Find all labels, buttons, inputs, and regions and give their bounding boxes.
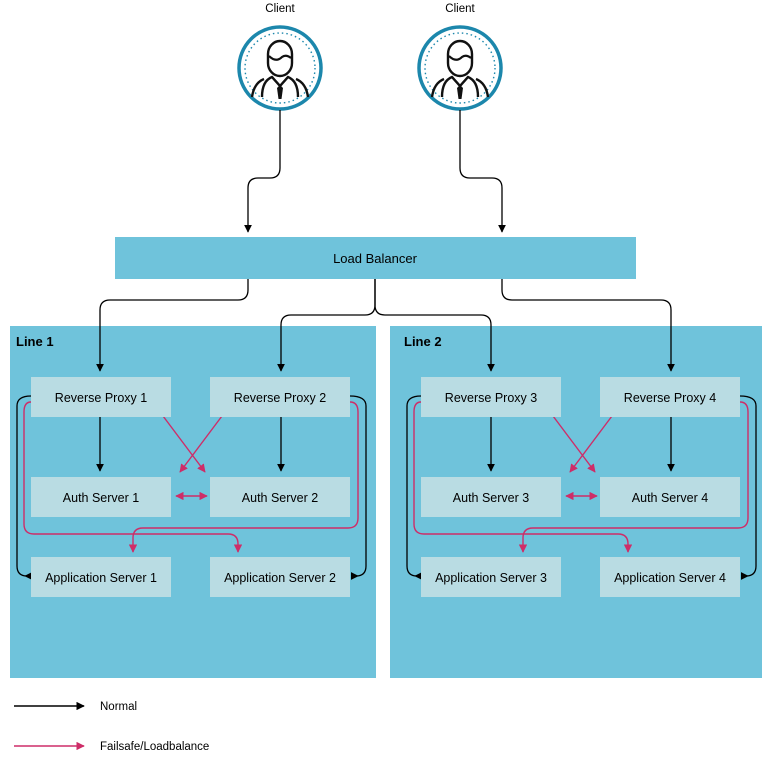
- node-reverse-proxy-2-label: Reverse Proxy 2: [234, 391, 326, 405]
- line-2-label: Line 2: [404, 334, 442, 349]
- architecture-diagram: Client Client Load Balancer Line 1 Rever…: [10, 3, 762, 753]
- client-1[interactable]: Client: [237, 3, 323, 111]
- node-reverse-proxy-2[interactable]: Reverse Proxy 2: [210, 377, 350, 417]
- node-auth-server-4[interactable]: Auth Server 4: [600, 477, 740, 517]
- arrow-client2-to-lb: [459, 110, 506, 233]
- client-1-label: Client: [265, 3, 295, 15]
- node-reverse-proxy-4[interactable]: Reverse Proxy 4: [600, 377, 740, 417]
- node-reverse-proxy-3[interactable]: Reverse Proxy 3: [421, 377, 561, 417]
- load-balancer-label: Load Balancer: [333, 251, 418, 266]
- node-application-server-3[interactable]: Application Server 3: [421, 557, 561, 597]
- person-in-circle-icon: [237, 25, 323, 111]
- client-2-label: Client: [445, 3, 475, 15]
- node-application-server-1-label: Application Server 1: [45, 571, 157, 585]
- node-reverse-proxy-1-label: Reverse Proxy 1: [55, 391, 147, 405]
- legend: Normal Failsafe/Loadbalance: [14, 701, 209, 753]
- node-auth-server-1-label: Auth Server 1: [63, 491, 139, 505]
- node-auth-server-2-label: Auth Server 2: [242, 491, 318, 505]
- node-auth-server-2[interactable]: Auth Server 2: [210, 477, 350, 517]
- arrow-client1-to-lb: [244, 110, 281, 233]
- node-auth-server-3-label: Auth Server 3: [453, 491, 529, 505]
- node-application-server-1[interactable]: Application Server 1: [31, 557, 171, 597]
- node-auth-server-3[interactable]: Auth Server 3: [421, 477, 561, 517]
- client-to-loadbalancer-arrows: [244, 110, 506, 233]
- node-application-server-4-label: Application Server 4: [614, 571, 726, 585]
- node-application-server-4[interactable]: Application Server 4: [600, 557, 740, 597]
- node-application-server-2-label: Application Server 2: [224, 571, 336, 585]
- legend-normal-label: Normal: [100, 701, 137, 713]
- node-reverse-proxy-4-label: Reverse Proxy 4: [624, 391, 716, 405]
- legend-failsafe-label: Failsafe/Loadbalance: [100, 741, 209, 753]
- load-balancer[interactable]: Load Balancer: [115, 237, 636, 279]
- node-auth-server-1[interactable]: Auth Server 1: [31, 477, 171, 517]
- node-auth-server-4-label: Auth Server 4: [632, 491, 708, 505]
- node-reverse-proxy-3-label: Reverse Proxy 3: [445, 391, 537, 405]
- legend-item-normal: Normal: [14, 701, 137, 713]
- legend-item-failsafe: Failsafe/Loadbalance: [14, 741, 209, 753]
- person-in-circle-icon: [417, 25, 503, 111]
- client-2[interactable]: Client: [417, 3, 503, 111]
- node-application-server-2[interactable]: Application Server 2: [210, 557, 350, 597]
- node-reverse-proxy-1[interactable]: Reverse Proxy 1: [31, 377, 171, 417]
- line-1-label: Line 1: [16, 334, 54, 349]
- node-application-server-3-label: Application Server 3: [435, 571, 547, 585]
- diagram-canvas: Client Client Load Balancer Line 1 Rever…: [0, 0, 772, 762]
